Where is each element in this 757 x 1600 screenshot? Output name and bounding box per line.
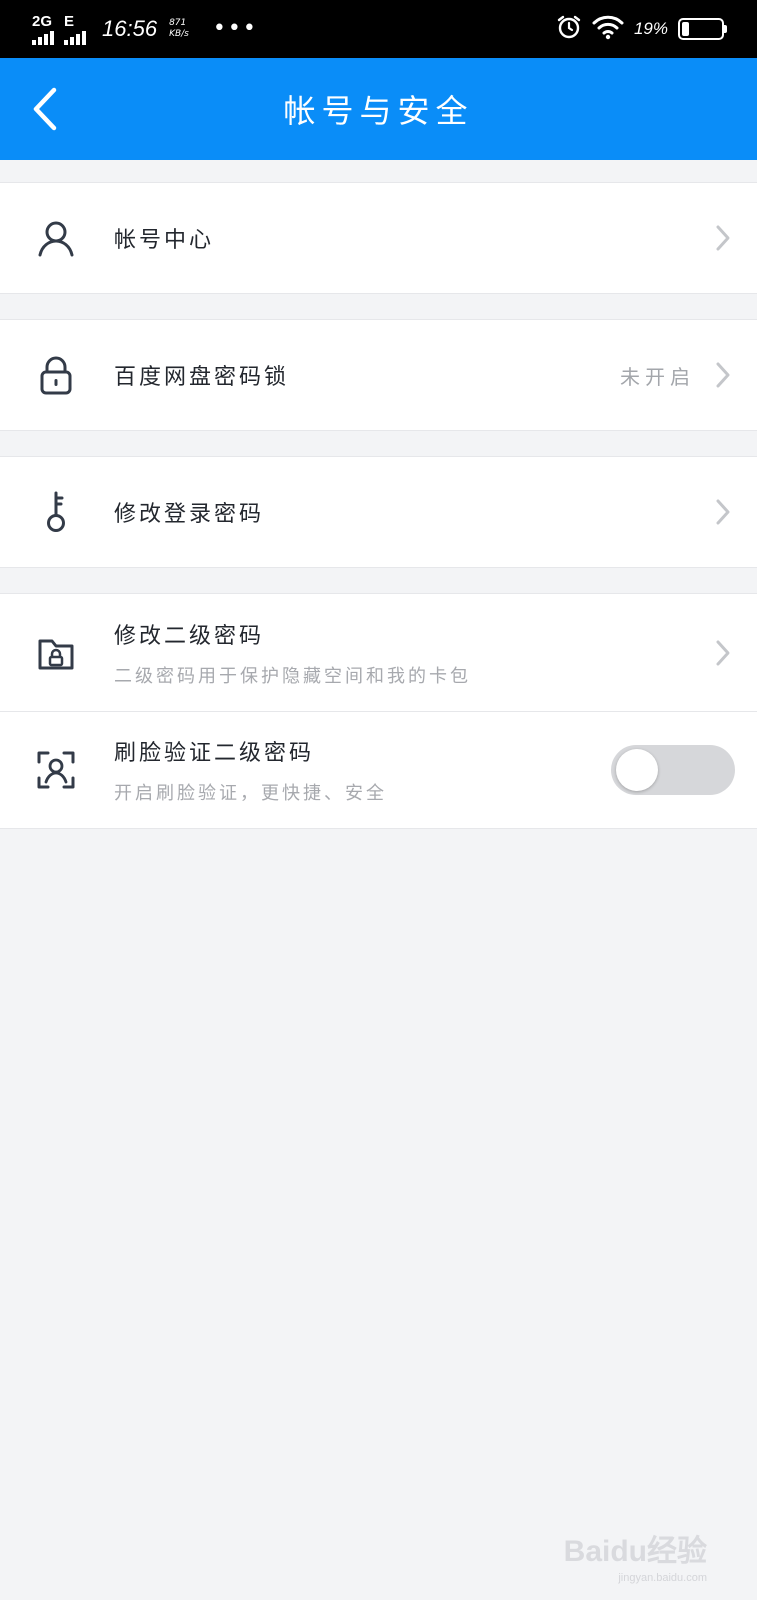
item-title: 刷脸验证二级密码 (114, 741, 315, 766)
watermark-brand: Baidu经验 (563, 1535, 707, 1568)
chevron-left-icon (33, 87, 57, 131)
back-button[interactable] (28, 84, 68, 134)
settings-group-secondary-password: 修改二级密码 二级密码用于保护隐藏空间和我的卡包 刷脸验证二级密码 开启刷脸验证… (0, 593, 757, 829)
status-right: 19% (556, 14, 727, 44)
face-scan-icon (36, 750, 76, 790)
account-center-item[interactable]: 帐号中心 (0, 183, 757, 293)
signal-e: E (64, 14, 86, 45)
settings-group-login-password: 修改登录密码 (0, 456, 757, 568)
more-notifications-icon: ••• (212, 16, 258, 41)
toggle-knob (616, 749, 658, 791)
key-icon (36, 491, 76, 532)
network-type-label: 2G (32, 12, 53, 30)
clock: 16:56 (102, 16, 158, 41)
wifi-icon (592, 14, 624, 44)
item-title: 百度网盘密码锁 (114, 365, 290, 390)
item-title: 修改二级密码 (114, 623, 265, 649)
app-bar: 帐号与安全 (0, 58, 757, 160)
folder-lock-icon (36, 633, 76, 673)
item-subtitle: 二级密码用于保护隐藏空间和我的卡包 (114, 665, 471, 687)
lock-icon (36, 355, 76, 395)
page-title: 帐号与安全 (283, 92, 474, 130)
signal-bars-icon (32, 30, 54, 45)
item-subtitle: 开启刷脸验证，更快捷、安全 (114, 783, 387, 804)
item-title: 修改登录密码 (114, 502, 265, 527)
change-login-password-item[interactable]: 修改登录密码 (0, 457, 757, 567)
network-type-label: E (64, 12, 75, 30)
chevron-right-icon (713, 638, 733, 668)
chevron-right-icon (713, 497, 733, 527)
status-value: 未开启 (620, 364, 695, 389)
signal-bars-icon (64, 30, 86, 45)
change-secondary-password-item[interactable]: 修改二级密码 二级密码用于保护隐藏空间和我的卡包 (0, 594, 757, 711)
item-title: 帐号中心 (114, 228, 215, 253)
speed-unit: KB/s (169, 29, 189, 39)
chevron-right-icon (713, 223, 733, 253)
user-icon (36, 218, 76, 258)
chevron-right-icon (713, 360, 733, 390)
network-speed: 871 KB/s (169, 18, 189, 40)
watermark-url: jingyan.baidu.com (618, 1572, 707, 1584)
password-lock-item[interactable]: 百度网盘密码锁 未开启 (0, 320, 757, 430)
settings-group-account: 帐号中心 (0, 182, 757, 294)
status-bar: 2G E 16:56 871 KB/s ••• 19% (0, 0, 757, 58)
speed-value: 871 (169, 18, 187, 28)
baidu-jingyan-watermark: Baidu经验 jingyan.baidu.com (563, 1526, 707, 1584)
battery-icon (678, 18, 727, 40)
face-verify-toggle[interactable] (611, 745, 735, 795)
battery-percent: 19% (633, 19, 668, 38)
status-left: 2G E 16:56 871 KB/s ••• (32, 14, 258, 45)
face-verify-item: 刷脸验证二级密码 开启刷脸验证，更快捷、安全 (0, 711, 757, 828)
settings-group-lock: 百度网盘密码锁 未开启 (0, 319, 757, 431)
alarm-icon (556, 14, 582, 44)
signal-2g: 2G (32, 14, 54, 45)
